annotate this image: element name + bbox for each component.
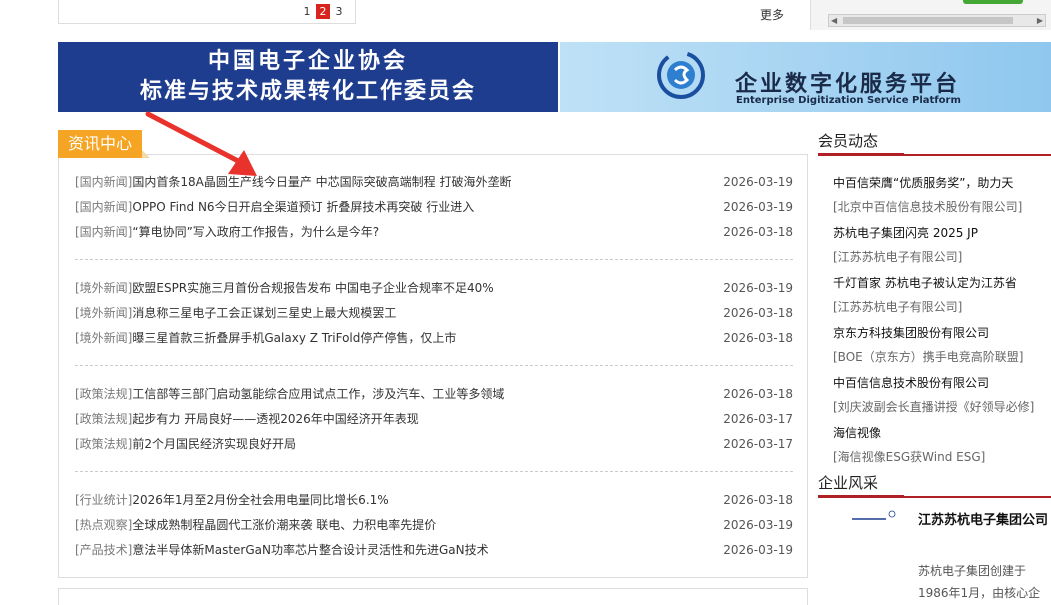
banner-committee[interactable]: 中国电子企业协会 标准与技术成果转化工作委员会 [58,42,558,112]
member-news-underline [818,153,1051,156]
member-item-source[interactable]: [江苏苏杭电子有限公司] [833,246,1048,268]
news-item[interactable]: [热点观察]全球成熟制程晶圆代工涨价潮来袭 联电、力积电率先提价 2026-03-… [75,515,793,535]
news-title[interactable]: “算电协同”写入政府工作报告，为什么是今年? [132,225,379,239]
news-divider [75,259,793,260]
news-date: 2026-03-18 [723,306,793,320]
corp-showcase-heading[interactable]: 企业风采 [818,472,878,493]
news-category[interactable]: [产品技术] [75,543,132,557]
news-date: 2026-03-19 [723,543,793,557]
banner-committee-line1: 中国电子企业协会 [207,49,408,74]
green-button-edge[interactable] [963,0,1023,4]
member-item-source[interactable]: [海信视像ESG获Wind ESG] [833,446,1048,468]
news-date: 2026-03-19 [723,518,793,532]
news-item[interactable]: [政策法规]起步有力 开局良好——透视2026年中国经济开年表现 2026-03-… [75,409,793,429]
news-category[interactable]: [境外新闻] [75,331,132,345]
member-item-title[interactable]: 千灯首家 苏杭电子被认定为江苏省 [833,272,1048,294]
page-link-1[interactable]: 1 [300,4,314,19]
news-title[interactable]: OPPO Find N6今日开启全渠道预订 折叠屏技术再突破 行业进入 [132,200,474,214]
next-panel-box [58,588,808,605]
news-category[interactable]: [境外新闻] [75,281,132,295]
news-category[interactable]: [国内新闻] [75,200,132,214]
news-date: 2026-03-18 [723,331,793,345]
member-news-heading[interactable]: 会员动态 [818,130,878,151]
scrollbar-thumb[interactable] [843,17,1013,24]
news-divider [75,471,793,472]
news-item[interactable]: [国内新闻]OPPO Find N6今日开启全渠道预订 折叠屏技术再突破 行业进… [75,197,793,217]
news-category[interactable]: [国内新闻] [75,175,132,189]
news-item[interactable]: [政策法规]工信部等三部门启动氢能综合应用试点工作，涉及汽车、工业等多领域 202… [75,384,793,404]
pagination: 1 2 3 [300,4,346,19]
scroll-left-arrow-icon[interactable]: ◀ [831,16,837,25]
member-item-source[interactable]: [BOE（京东方）携手电竞高阶联盟] [833,346,1048,368]
news-date: 2026-03-18 [723,493,793,507]
news-title[interactable]: 意法半导体新MasterGaN功率芯片整合设计灵活性和先进GaN技术 [132,543,488,557]
news-item[interactable]: [境外新闻]欧盟ESPR实施三月首份合规报告发布 中国电子企业合规率不足40% 2… [75,278,793,298]
news-date: 2026-03-19 [723,200,793,214]
news-category[interactable]: [国内新闻] [75,225,132,239]
member-item-title[interactable]: 中百信信息技术股份有限公司 [833,372,1048,394]
news-item[interactable]: [政策法规]前2个月国民经济实现良好开局 2026-03-17 [75,434,793,454]
member-item-source[interactable]: [刘庆波副会长直播讲授《好领导必修] [833,396,1048,418]
corp-name[interactable]: 江苏苏杭电子集团公司 [918,508,1048,533]
news-title[interactable]: 工信部等三部门启动氢能综合应用试点工作，涉及汽车、工业等多领域 [132,387,504,401]
news-title[interactable]: 2026年1月至2月份全社会用电量同比增长6.1% [132,493,388,507]
page-link-2-current[interactable]: 2 [316,4,330,19]
news-date: 2026-03-18 [723,387,793,401]
member-item-title[interactable]: 京东方科技集团股份有限公司 [833,322,1048,344]
news-title[interactable]: 欧盟ESPR实施三月首份合规报告发布 中国电子企业合规率不足40% [132,281,493,295]
member-item-title[interactable]: 中百信荣膺“优质服务奖”，助力天 [833,172,1048,194]
news-title[interactable]: 曝三星首款三折叠屏手机Galaxy Z TriFold停产停售，仅上市 [132,331,456,345]
news-category[interactable]: [境外新闻] [75,306,132,320]
news-item[interactable]: [行业统计]2026年1月至2月份全社会用电量同比增长6.1% 2026-03-1… [75,490,793,510]
corp-showcase-underline [818,495,1051,498]
member-item-source[interactable]: [江苏苏杭电子有限公司] [833,296,1048,318]
news-item[interactable]: [境外新闻]消息称三星电子工会正谋划三星史上最大规模罢工 2026-03-18 [75,303,793,323]
corp-logo-icon[interactable] [850,510,910,524]
news-date: 2026-03-17 [723,412,793,426]
news-center-tab[interactable]: 资讯中心 [58,130,142,158]
platform-title-en: Enterprise Digitization Service Platform [736,95,961,106]
news-date: 2026-03-18 [723,225,793,239]
news-title[interactable]: 前2个月国民经济实现良好开局 [132,437,296,451]
news-item[interactable]: [境外新闻]曝三星首款三折叠屏手机Galaxy Z TriFold停产停售，仅上… [75,328,793,348]
news-item[interactable]: [国内新闻]“算电协同”写入政府工作报告，为什么是今年? 2026-03-18 [75,222,793,242]
news-category[interactable]: [政策法规] [75,437,132,451]
news-date: 2026-03-17 [723,437,793,451]
news-divider [75,365,793,366]
red-arrow-annotation [145,111,257,176]
corp-description: 苏杭电子集团创建于1986年1月，由核心企 [918,564,1041,600]
news-category[interactable]: [政策法规] [75,387,132,401]
horizontal-scrollbar[interactable]: ◀ ▶ [828,14,1046,27]
news-category[interactable]: [热点观察] [75,518,132,532]
member-item-title[interactable]: 苏杭电子集团闪亮 2025 JP [833,222,1048,244]
more-link[interactable]: 更多 [760,6,784,23]
member-item-title[interactable]: 海信视像 [833,422,1048,444]
news-title[interactable]: 全球成熟制程晶圆代工涨价潮来袭 联电、力积电率先提价 [132,518,436,532]
news-category[interactable]: [行业统计] [75,493,132,507]
news-category[interactable]: [政策法规] [75,412,132,426]
platform-title-cn: 企业数字化服务平台 [735,72,961,97]
news-date: 2026-03-19 [723,175,793,189]
scroll-right-arrow-icon[interactable]: ▶ [1037,16,1043,25]
platform-logo-icon [657,51,705,99]
news-date: 2026-03-19 [723,281,793,295]
banner-committee-line2: 标准与技术成果转化工作委员会 [139,79,476,104]
news-item[interactable]: [产品技术]意法半导体新MasterGaN功率芯片整合设计灵活性和先进GaN技术… [75,540,793,560]
banner-digitization-platform[interactable]: 企业数字化服务平台 Enterprise Digitization Servic… [560,42,1051,112]
page-link-3[interactable]: 3 [332,4,346,19]
news-title[interactable]: 消息称三星电子工会正谋划三星史上最大规模罢工 [132,306,396,320]
news-title[interactable]: 起步有力 开局良好——透视2026年中国经济开年表现 [132,412,418,426]
member-item-source[interactable]: [北京中百信信息技术股份有限公司] [833,196,1048,218]
